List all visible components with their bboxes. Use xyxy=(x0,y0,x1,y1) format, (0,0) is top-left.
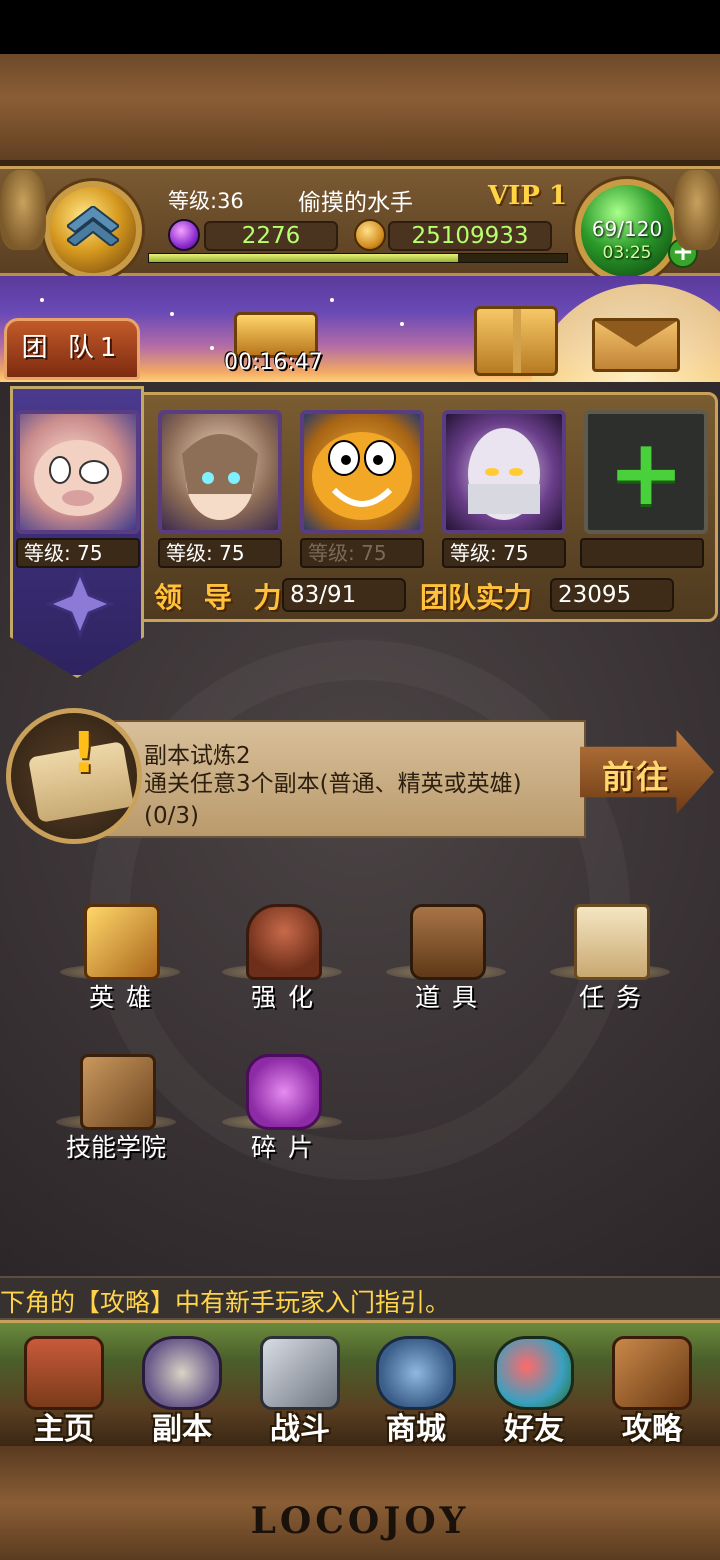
hero-level-3: 等级: 75 xyxy=(300,538,424,568)
skull-icon xyxy=(142,1336,222,1410)
xp-bar xyxy=(148,253,568,263)
team-emblem-icon xyxy=(45,569,115,639)
hero-slot-1[interactable] xyxy=(16,410,140,534)
menu-tasks-label: 任务 xyxy=(578,983,653,1012)
xp-bar-fill xyxy=(149,254,459,262)
nav-battle[interactable]: 战斗 xyxy=(242,1330,358,1447)
publisher-logo: LOCOJOY xyxy=(250,1500,470,1542)
lion-ornament-left-icon xyxy=(0,170,46,250)
leadership-value: 83/91 xyxy=(282,578,406,612)
pig-hero-portrait xyxy=(34,440,122,516)
gold-count: 25109933 xyxy=(388,221,552,251)
masked-ninja-portrait xyxy=(468,428,540,520)
hero-level-5-empty xyxy=(580,538,704,568)
nav-friends-label: 好友 xyxy=(504,1412,564,1447)
menu-tasks[interactable]: 任务 xyxy=(540,904,680,1034)
shop-monster-icon xyxy=(376,1336,456,1410)
plus-icon: + xyxy=(607,418,685,526)
menu-enhance-label: 强化 xyxy=(250,983,325,1012)
scroll-icon xyxy=(574,904,650,980)
menu-items-label: 道具 xyxy=(414,983,489,1012)
nav-home[interactable]: 主页 xyxy=(6,1330,122,1447)
hero-slot-4[interactable] xyxy=(442,410,566,534)
team-power-label: 团队实力 xyxy=(420,581,533,614)
yellow-blob-portrait xyxy=(312,432,412,520)
go-label: 前往 xyxy=(602,758,671,796)
stamina-timer: 03:25 xyxy=(602,243,652,263)
status-bar xyxy=(0,0,720,54)
gem-icon xyxy=(168,219,200,251)
quest-scroll-icon: ! xyxy=(6,708,142,844)
mail-button[interactable] xyxy=(592,318,680,372)
menu-skill-academy-label: 技能学院 xyxy=(65,1133,166,1162)
star-icon xyxy=(210,346,214,350)
nav-friends[interactable]: 好友 xyxy=(476,1330,592,1447)
exclamation-icon: ! xyxy=(71,721,97,786)
puzzle-icon xyxy=(246,1054,322,1130)
quest-title: 副本试炼2 xyxy=(144,743,251,769)
team-power-value: 23095 xyxy=(550,578,674,612)
player-name: 偷摸的水手 xyxy=(298,190,413,216)
player-hud: 等级:36 偷摸的水手 VIP 1 2276 25109933 69/120 0… xyxy=(0,166,720,283)
lion-ornament-right-icon xyxy=(674,170,720,250)
anvil-icon xyxy=(246,904,322,980)
gem-count: 2276 xyxy=(204,221,338,251)
menu-fragments[interactable]: 碎片 xyxy=(212,1054,352,1184)
stamina-orb: 69/120 03:25 xyxy=(575,179,679,283)
skill-book-icon xyxy=(80,1054,156,1130)
menu-skill-academy[interactable]: 技能学院 xyxy=(46,1054,186,1184)
menu-items[interactable]: 道具 xyxy=(376,904,516,1034)
ticker-text: 下角的【攻略】中有新手玩家入门指引。 xyxy=(0,1288,451,1317)
hero-slot-3[interactable] xyxy=(300,410,424,534)
elf-girl-portrait xyxy=(182,434,258,520)
hero-book-icon xyxy=(84,904,160,980)
add-hero-slot[interactable]: + xyxy=(584,410,708,534)
hero-level-4: 等级: 75 xyxy=(442,538,566,568)
nav-guide[interactable]: 攻略 xyxy=(594,1330,710,1447)
menu-heroes-label: 英雄 xyxy=(88,983,163,1012)
player-level: 等级:36 xyxy=(168,189,244,213)
nav-home-label: 主页 xyxy=(34,1412,94,1447)
star-icon xyxy=(400,322,404,326)
hero-level-2: 等级: 75 xyxy=(158,538,282,568)
stamina-value: 69/120 xyxy=(591,217,663,241)
nav-battle-label: 战斗 xyxy=(270,1412,330,1447)
team-tab[interactable]: 团 队1 xyxy=(4,318,140,380)
swords-icon xyxy=(260,1336,340,1410)
quest-go-button[interactable]: 前往 xyxy=(580,722,714,818)
nav-dungeon-label: 副本 xyxy=(152,1412,212,1447)
gold-coin-icon xyxy=(354,219,386,251)
nav-dungeon[interactable]: 副本 xyxy=(124,1330,240,1447)
star-icon xyxy=(170,312,174,316)
backpack-icon xyxy=(410,904,486,980)
guide-book-icon xyxy=(612,1336,692,1410)
nav-shop[interactable]: 商城 xyxy=(358,1330,474,1447)
star-icon xyxy=(330,298,334,302)
house-icon xyxy=(24,1336,104,1410)
player-info-panel: 等级:36 偷摸的水手 VIP 1 2276 25109933 xyxy=(148,175,572,267)
menu-enhance[interactable]: 强化 xyxy=(212,904,352,1034)
top-frame xyxy=(0,54,720,166)
hero-slot-2[interactable] xyxy=(158,410,282,534)
menu-heroes[interactable]: 英雄 xyxy=(50,904,190,1034)
nav-shop-label: 商城 xyxy=(386,1412,446,1447)
friends-icon xyxy=(494,1336,574,1410)
chest-timer: 00:16:47 xyxy=(224,350,323,375)
news-ticker: 下角的【攻略】中有新手玩家入门指引。 xyxy=(0,1276,720,1320)
quest-description: 通关任意3个副本(普通、精英或英雄)(0/3) xyxy=(144,771,522,829)
gift-box-button[interactable] xyxy=(474,306,558,376)
rank-up-button[interactable] xyxy=(44,181,142,279)
menu-fragments-label: 碎片 xyxy=(250,1133,325,1162)
nav-guide-label: 攻略 xyxy=(622,1412,682,1447)
vip-badge[interactable]: VIP 1 xyxy=(488,181,567,211)
chevron-up-icon xyxy=(67,206,119,246)
leadership-label: 领 导 力 xyxy=(154,581,288,614)
star-icon xyxy=(40,298,44,302)
hero-level-1: 等级: 75 xyxy=(16,538,140,568)
